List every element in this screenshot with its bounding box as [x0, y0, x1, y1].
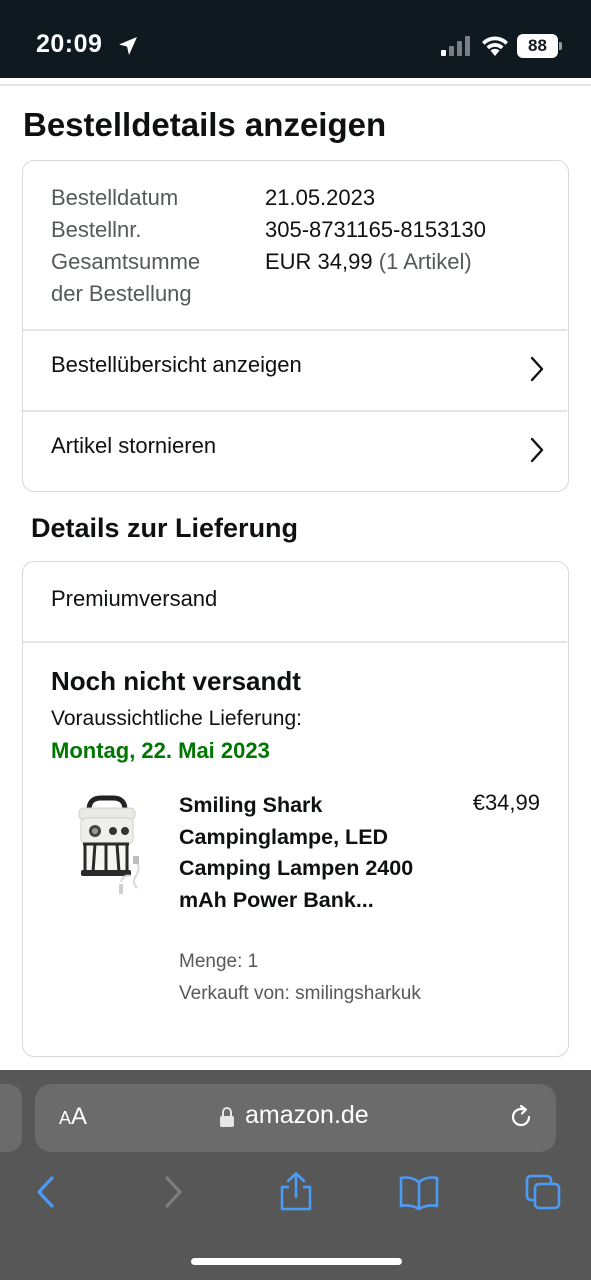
aa-small-label: A — [59, 1108, 72, 1128]
product-price: €34,99 — [472, 790, 540, 815]
shipping-status: Noch nicht versandt — [51, 666, 301, 696]
product-seller: Verkauft von: smilingsharkuk — [179, 983, 421, 1004]
order-total-items: (1 Artikel) — [378, 249, 472, 274]
order-number-label: Bestellnr. — [51, 217, 142, 242]
header-divider — [0, 84, 591, 86]
bookmarks-icon[interactable] — [398, 1172, 440, 1212]
delivery-card: Premiumversand Noch nicht versandt Vorau… — [22, 561, 569, 1057]
order-summary-card: Bestelldatum 21.05.2023 Bestellnr. 305-8… — [22, 160, 569, 492]
lock-icon — [220, 1107, 234, 1127]
page-title: Bestelldetails anzeigen — [23, 106, 387, 143]
delivery-section-title: Details zur Lieferung — [31, 513, 299, 543]
reload-icon[interactable] — [508, 1104, 534, 1130]
order-number-value: 305-8731165-8153130 — [265, 217, 487, 242]
eta-date: Montag, 22. Mai 2023 — [51, 738, 270, 763]
battery-icon: 88 — [517, 34, 563, 58]
status-bar: 20:09 88 — [0, 0, 591, 78]
location-arrow-icon — [119, 37, 137, 55]
order-date-label: Bestelldatum — [51, 185, 179, 210]
order-total-amount: EUR 34,99 — [265, 249, 373, 274]
cancel-items-link[interactable]: Artikel stornieren — [23, 411, 567, 491]
product-quantity: Menge: 1 — [179, 951, 259, 972]
forward-icon[interactable] — [161, 1172, 185, 1212]
battery-level: 88 — [517, 34, 558, 58]
product-image[interactable] — [65, 794, 149, 900]
back-icon[interactable] — [34, 1172, 58, 1212]
url-text: amazon.de — [245, 1101, 369, 1129]
eta-label: Voraussichtliche Lieferung: — [51, 707, 302, 730]
chevron-right-icon — [530, 356, 544, 382]
order-total-label-line2: der Bestellung — [51, 281, 192, 306]
tabs-icon[interactable] — [523, 1172, 563, 1212]
wifi-icon — [482, 36, 508, 56]
aa-big-label: A — [71, 1103, 88, 1130]
view-order-summary-link[interactable]: Bestellübersicht anzeigen — [23, 330, 567, 410]
cancel-items-label: Artikel stornieren — [51, 433, 217, 458]
chevron-right-icon — [530, 437, 544, 463]
order-total-label-line1: Gesamtsumme — [51, 249, 201, 274]
view-order-summary-label: Bestellübersicht anzeigen — [51, 352, 302, 377]
status-time: 20:09 — [36, 30, 103, 58]
reader-settings-button[interactable]: AA — [59, 1103, 87, 1131]
url-bar[interactable]: AA amazon.de — [35, 1084, 556, 1152]
share-icon[interactable] — [278, 1172, 314, 1212]
signal-icon — [441, 36, 470, 56]
row-divider — [23, 641, 567, 643]
order-total-value: EUR 34,99 (1 Artikel) — [265, 246, 472, 278]
home-indicator[interactable] — [191, 1258, 402, 1265]
shipping-method: Premiumversand — [51, 586, 218, 611]
order-date-value: 21.05.2023 — [265, 185, 376, 210]
previous-tab-edge[interactable] — [0, 1084, 22, 1152]
product-title-link[interactable]: Smiling Shark Campinglampe, LED Camping … — [179, 790, 439, 916]
